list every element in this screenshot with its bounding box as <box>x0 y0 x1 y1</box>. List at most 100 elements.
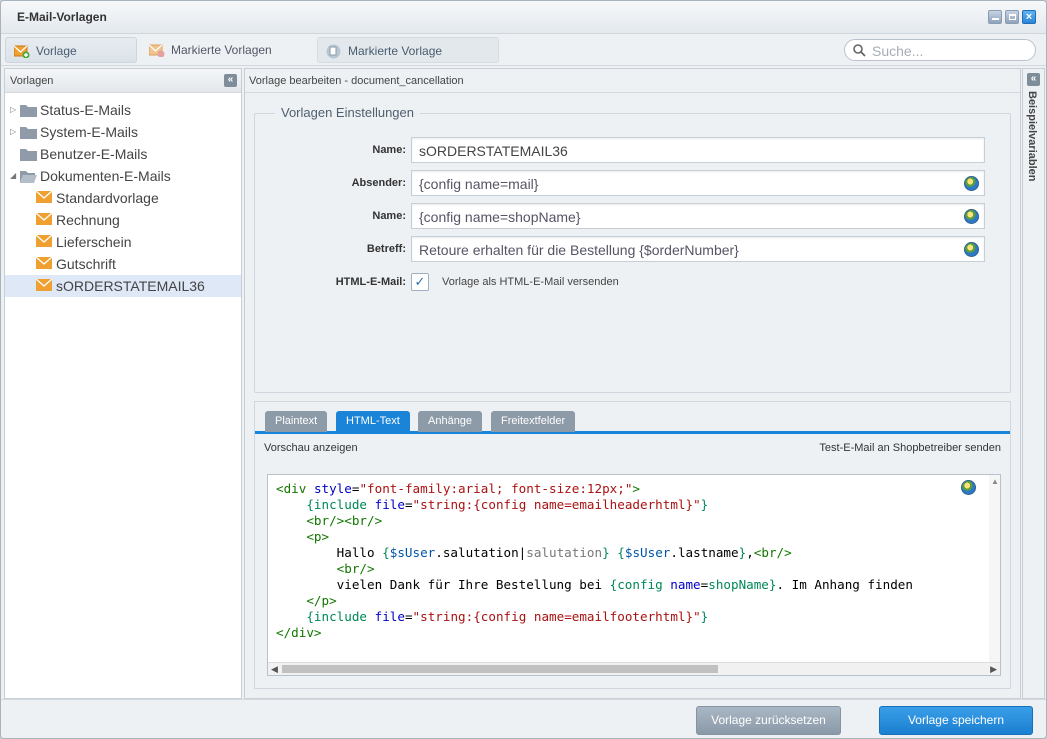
duplicate-template-button[interactable]: Markierte Vorlage duplizieren <box>317 37 499 84</box>
tree-node-rechnung[interactable]: Rechnung <box>5 209 241 231</box>
save-template-button[interactable]: Vorlage speichern <box>879 706 1033 735</box>
show-preview-link[interactable]: Vorschau anzeigen <box>264 442 358 454</box>
folder-icon <box>20 127 37 139</box>
template-editor-panel: Vorlage bearbeiten - document_cancellati… <box>244 68 1021 699</box>
tree-node-system-emails[interactable]: ▷ System-E-Mails <box>5 121 241 143</box>
preview-bar: Vorschau anzeigen Test-E-Mail an Shopbet… <box>255 434 1010 462</box>
html-email-label: HTML-E-Mail: <box>335 276 406 288</box>
tab-html-text[interactable]: HTML-Text <box>336 411 410 432</box>
sender-field[interactable]: {config name=mail} <box>411 170 985 196</box>
tree-node-status-emails[interactable]: ▷ Status-E-Mails <box>5 99 241 121</box>
subject-label: Betreff: <box>366 243 406 255</box>
folder-open-icon <box>20 171 37 183</box>
settings-legend: Vorlagen Einstellungen <box>275 105 420 120</box>
sender-name-row: Name: {config name=shopName} <box>255 203 1010 229</box>
tab-attachments[interactable]: Anhänge <box>418 411 483 432</box>
maximize-button[interactable] <box>1005 10 1019 24</box>
html-code-editor[interactable]: <div style="font-family:arial; font-size… <box>267 474 1001 676</box>
vertical-scrollbar[interactable]: ▲ <box>989 475 1000 663</box>
translation-globe-icon[interactable] <box>964 242 979 257</box>
mail-icon <box>36 279 52 291</box>
search-icon <box>853 44 866 57</box>
code-content: <div style="font-family:arial; font-size… <box>276 481 913 640</box>
tree-node-label: Status-E-Mails <box>40 102 132 118</box>
subject-value: Retoure erhalten für die Bestellung {$or… <box>419 242 739 258</box>
tree-node-user-emails[interactable]: Benutzer-E-Mails <box>5 143 241 165</box>
search-input[interactable]: Suche... <box>844 39 1036 61</box>
folder-icon <box>20 149 37 161</box>
tree-node-label: Benutzer-E-Mails <box>40 146 148 162</box>
sender-name-label: Name: <box>372 210 406 222</box>
sender-row: Absender: {config name=mail} <box>255 170 1010 196</box>
minimize-button[interactable] <box>988 10 1002 24</box>
tree-node-document-emails[interactable]: ◢ Dokumenten-E-Mails <box>5 165 241 187</box>
subject-row: Betreff: Retoure erhalten für die Bestel… <box>255 236 1010 262</box>
delete-templates-button[interactable]: Markierte Vorlagen löschen <box>141 37 313 83</box>
horizontal-scrollbar[interactable]: ◀ ▶ <box>268 662 1000 675</box>
template-settings-fieldset: Vorlagen Einstellungen Name: sORDERSTATE… <box>254 105 1011 393</box>
templates-tree-panel: Vorlagen « ▷ Status-E-Mails ▷ System-E-M… <box>4 68 242 699</box>
example-variables-title: Beispielvariablen <box>1026 91 1038 182</box>
sender-label: Absender: <box>351 177 406 189</box>
name-row: Name: sORDERSTATEMAIL36 <box>255 137 1010 163</box>
mail-icon <box>36 191 52 203</box>
collapse-left-button[interactable]: « <box>224 74 237 87</box>
scroll-right-arrow-icon[interactable]: ▶ <box>990 664 997 675</box>
templates-tree: ▷ Status-E-Mails ▷ System-E-Mails Benutz… <box>5 93 241 297</box>
tab-freetext-fields[interactable]: Freitextfelder <box>491 411 576 432</box>
mail-icon <box>36 213 52 225</box>
expand-arrow-icon[interactable]: ▷ <box>10 121 16 143</box>
tab-plaintext[interactable]: Plaintext <box>265 411 328 432</box>
tree-node-label: System-E-Mails <box>40 124 139 140</box>
sender-name-field[interactable]: {config name=shopName} <box>411 203 985 229</box>
mail-add-icon <box>14 45 30 58</box>
add-template-button[interactable]: Vorlage hinzufügen <box>5 37 137 84</box>
toolbar: Vorlage hinzufügen Markierte Vorlagen lö… <box>1 34 1046 84</box>
mail-delete-icon <box>149 44 165 57</box>
name-field[interactable]: sORDERSTATEMAIL36 <box>411 137 985 163</box>
name-label: Name: <box>372 144 406 156</box>
content-tabbar: Plaintext HTML-Text Anhänge Freitextfeld… <box>255 402 1010 434</box>
name-value: sORDERSTATEMAIL36 <box>419 143 568 159</box>
tree-node-gutschrift[interactable]: Gutschrift <box>5 253 241 275</box>
email-templates-window: E-Mail-Vorlagen × Vorlage hinzufügen Mar… <box>0 0 1047 739</box>
send-test-mail-link[interactable]: Test-E-Mail an Shopbetreiber senden <box>819 442 1001 454</box>
example-variables-panel[interactable]: « Beispielvariablen <box>1022 68 1045 699</box>
sender-value: {config name=mail} <box>419 176 539 192</box>
translation-globe-icon[interactable] <box>961 480 976 495</box>
tree-panel-header: Vorlagen « <box>5 69 241 93</box>
translation-globe-icon[interactable] <box>964 209 979 224</box>
mail-icon <box>36 235 52 247</box>
tree-node-label: Dokumenten-E-Mails <box>40 168 171 184</box>
search-placeholder: Suche... <box>872 43 924 59</box>
duplicate-icon <box>326 44 341 59</box>
tree-node-label: Rechnung <box>56 212 120 228</box>
expand-right-button[interactable]: « <box>1027 73 1040 86</box>
editor-header: Vorlage bearbeiten - document_cancellati… <box>245 69 1020 93</box>
sender-name-value: {config name=shopName} <box>419 209 581 225</box>
expand-arrow-icon[interactable]: ▷ <box>10 99 16 121</box>
tree-node-label: Lieferschein <box>56 234 132 250</box>
footer-bar: Vorlage zurücksetzen Vorlage speichern <box>1 699 1046 738</box>
close-button[interactable]: × <box>1022 10 1036 24</box>
tree-node-label: Gutschrift <box>56 256 116 272</box>
tree-node-label: sORDERSTATEMAIL36 <box>56 278 205 294</box>
html-email-checkbox[interactable]: ✓ <box>411 273 429 291</box>
translation-globe-icon[interactable] <box>964 176 979 191</box>
html-email-row: HTML-E-Mail: ✓ Vorlage als HTML-E-Mail v… <box>255 269 1010 295</box>
subject-field[interactable]: Retoure erhalten für die Bestellung {$or… <box>411 236 985 262</box>
editor-title: Vorlage bearbeiten - document_cancellati… <box>249 75 464 87</box>
window-controls: × <box>988 10 1036 24</box>
html-email-checkbox-label: Vorlage als HTML-E-Mail versenden <box>442 276 619 288</box>
tree-node-lieferschein[interactable]: Lieferschein <box>5 231 241 253</box>
window-titlebar: E-Mail-Vorlagen × <box>1 1 1046 34</box>
tree-node-standardvorlage[interactable]: Standardvorlage <box>5 187 241 209</box>
scrollbar-thumb[interactable] <box>282 665 718 673</box>
collapse-arrow-icon[interactable]: ◢ <box>10 165 16 187</box>
tree-node-sorderstatemail36[interactable]: sORDERSTATEMAIL36 <box>5 275 241 297</box>
scroll-left-arrow-icon[interactable]: ◀ <box>271 664 278 675</box>
tree-node-label: Standardvorlage <box>56 190 159 206</box>
reset-template-button[interactable]: Vorlage zurücksetzen <box>696 706 841 735</box>
window-title: E-Mail-Vorlagen <box>17 10 107 24</box>
mail-icon <box>36 257 52 269</box>
